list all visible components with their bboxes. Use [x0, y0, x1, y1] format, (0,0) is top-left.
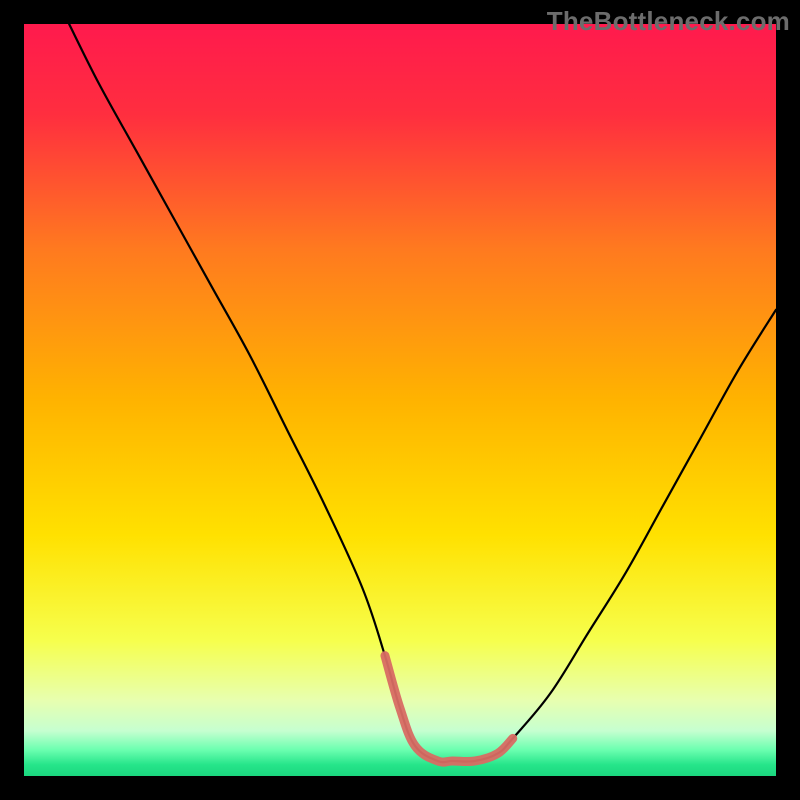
watermark-text: TheBottleneck.com: [547, 6, 790, 37]
chart-svg: [0, 0, 800, 800]
bottleneck-chart: TheBottleneck.com: [0, 0, 800, 800]
plot-background: [24, 24, 776, 776]
